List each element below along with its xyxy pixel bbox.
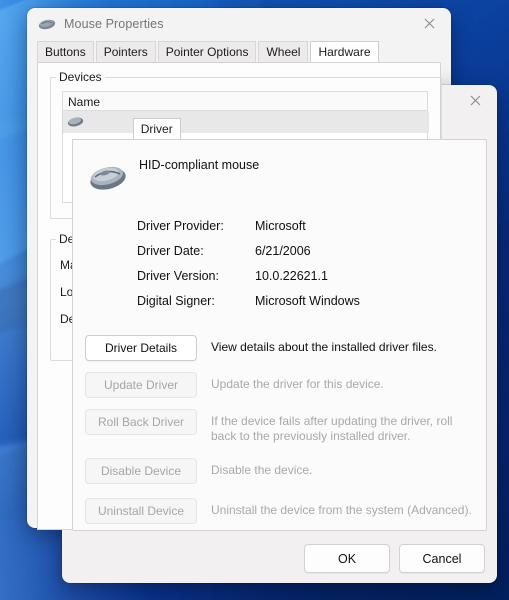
tab-wheel[interactable]: Wheel xyxy=(258,41,309,62)
update-driver-row: Update Driver Update the driver for this… xyxy=(85,372,474,398)
digital-signer-value: Microsoft Windows xyxy=(255,294,360,308)
table-row: Driver Version: 10.0.22621.1 xyxy=(137,269,360,294)
close-icon[interactable] xyxy=(453,85,497,116)
tab-pointer-options[interactable]: Pointer Options xyxy=(157,41,257,62)
roll-back-driver-description: If the device fails after updating the d… xyxy=(211,414,453,443)
digital-signer-label: Digital Signer: xyxy=(137,294,215,308)
driver-info-table: Driver Provider: Microsoft Driver Date: … xyxy=(137,219,360,319)
uninstall-device-description: Uninstall the device from the system (Ad… xyxy=(211,503,472,517)
device-list-column-name: Name xyxy=(62,91,428,111)
mouse-properties-titlebar: Mouse Properties xyxy=(27,8,451,40)
driver-date-value: 6/21/2006 xyxy=(255,244,311,258)
disable-device-row: Disable Device Disable the device. xyxy=(85,458,474,484)
table-row: Digital Signer: Microsoft Windows xyxy=(137,294,360,319)
roll-back-driver-row: Roll Back Driver If the device fails aft… xyxy=(85,409,474,444)
driver-details-description: View details about the installed driver … xyxy=(211,340,437,354)
mouse-icon xyxy=(38,19,56,29)
table-row: Driver Provider: Microsoft xyxy=(137,219,360,244)
driver-date-label: Driver Date: xyxy=(137,244,204,258)
mouse-properties-title: Mouse Properties xyxy=(64,17,164,31)
uninstall-device-row: Uninstall Device Uninstall the device fr… xyxy=(85,498,474,524)
device-header: HID-compliant mouse xyxy=(73,140,486,197)
tab-pointers[interactable]: Pointers xyxy=(95,41,156,62)
cancel-button[interactable]: Cancel xyxy=(399,544,485,573)
driver-details-button[interactable]: Driver Details xyxy=(85,335,197,361)
driver-version-label: Driver Version: xyxy=(137,269,219,283)
dialog-footer: OK Cancel xyxy=(304,544,485,573)
hid-mouse-properties-dialog[interactable]: HID-compliant mouse Properties General D… xyxy=(62,85,497,583)
update-driver-button[interactable]: Update Driver xyxy=(85,372,197,398)
device-list-row-selected[interactable] xyxy=(63,111,429,133)
roll-back-driver-button[interactable]: Roll Back Driver xyxy=(85,409,197,435)
devices-group-label: Devices xyxy=(56,70,105,84)
tab-buttons[interactable]: Buttons xyxy=(37,41,94,62)
update-driver-description: Update the driver for this device. xyxy=(211,377,384,391)
device-mouse-icon xyxy=(87,156,133,197)
driver-provider-value: Microsoft xyxy=(255,219,306,233)
device-name: HID-compliant mouse xyxy=(139,158,260,172)
driver-version-value: 10.0.22621.1 xyxy=(255,269,328,283)
mouse-properties-tabstrip[interactable]: Buttons Pointers Pointer Options Wheel H… xyxy=(27,40,451,62)
table-row: Driver Date: 6/21/2006 xyxy=(137,244,360,269)
tab-hardware[interactable]: Hardware xyxy=(310,41,379,62)
close-icon[interactable] xyxy=(407,8,451,39)
driver-details-row: Driver Details View details about the in… xyxy=(85,335,474,361)
disable-device-button[interactable]: Disable Device xyxy=(85,458,197,484)
driver-action-list: Driver Details View details about the in… xyxy=(85,335,474,524)
disable-device-description: Disable the device. xyxy=(211,463,313,477)
mouse-icon xyxy=(67,117,84,127)
desktop: Mouse Properties Buttons Pointers Pointe… xyxy=(0,0,509,600)
driver-tab-panel: HID-compliant mouse Driver Provider: Mic… xyxy=(72,139,487,531)
uninstall-device-button[interactable]: Uninstall Device xyxy=(85,498,197,524)
ok-button[interactable]: OK xyxy=(304,544,390,573)
driver-provider-label: Driver Provider: xyxy=(137,219,224,233)
tab-driver[interactable]: Driver xyxy=(132,118,181,139)
